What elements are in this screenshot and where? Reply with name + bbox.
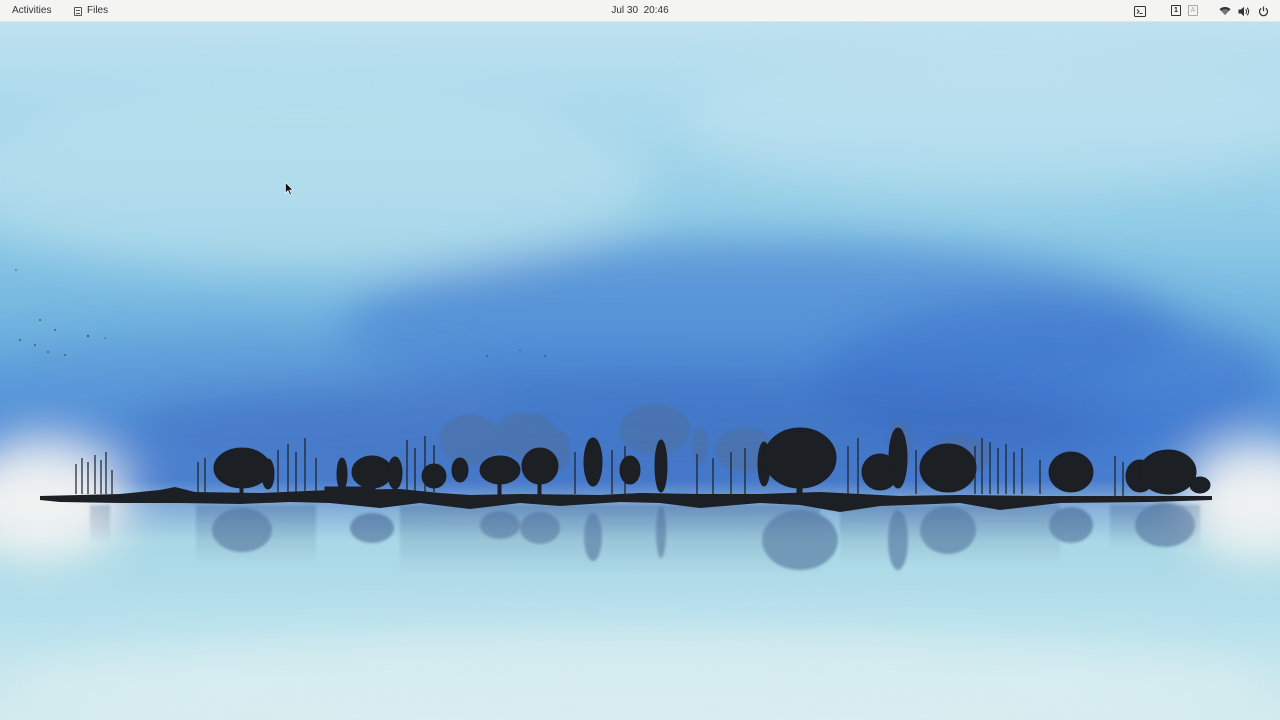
app-menu-files[interactable]: Files <box>74 0 108 22</box>
power-icon[interactable] <box>1257 5 1269 17</box>
mouse-pointer-icon <box>285 182 294 196</box>
clock-button[interactable]: Jul 30 20:46 <box>611 5 668 16</box>
clock-area: Jul 30 20:46 <box>0 0 1280 22</box>
desktop[interactable]: Activities Files Jul 30 20:46 1 A <box>0 0 1280 720</box>
workspace-1-indicator[interactable]: 1 <box>1171 5 1181 16</box>
files-app-icon <box>74 6 82 16</box>
wallpaper <box>0 50 1280 720</box>
terminal-icon[interactable] <box>1134 5 1146 17</box>
lake-reflection <box>90 503 1200 575</box>
top-bar: Activities Files Jul 30 20:46 1 A <box>0 0 1280 22</box>
workspace-a-indicator[interactable]: A <box>1188 5 1198 16</box>
sky-mist <box>0 50 1280 720</box>
activities-button[interactable]: Activities <box>12 0 51 22</box>
wifi-icon[interactable] <box>1219 5 1231 17</box>
volume-icon[interactable] <box>1238 5 1250 17</box>
app-menu-label: Files <box>87 5 109 16</box>
